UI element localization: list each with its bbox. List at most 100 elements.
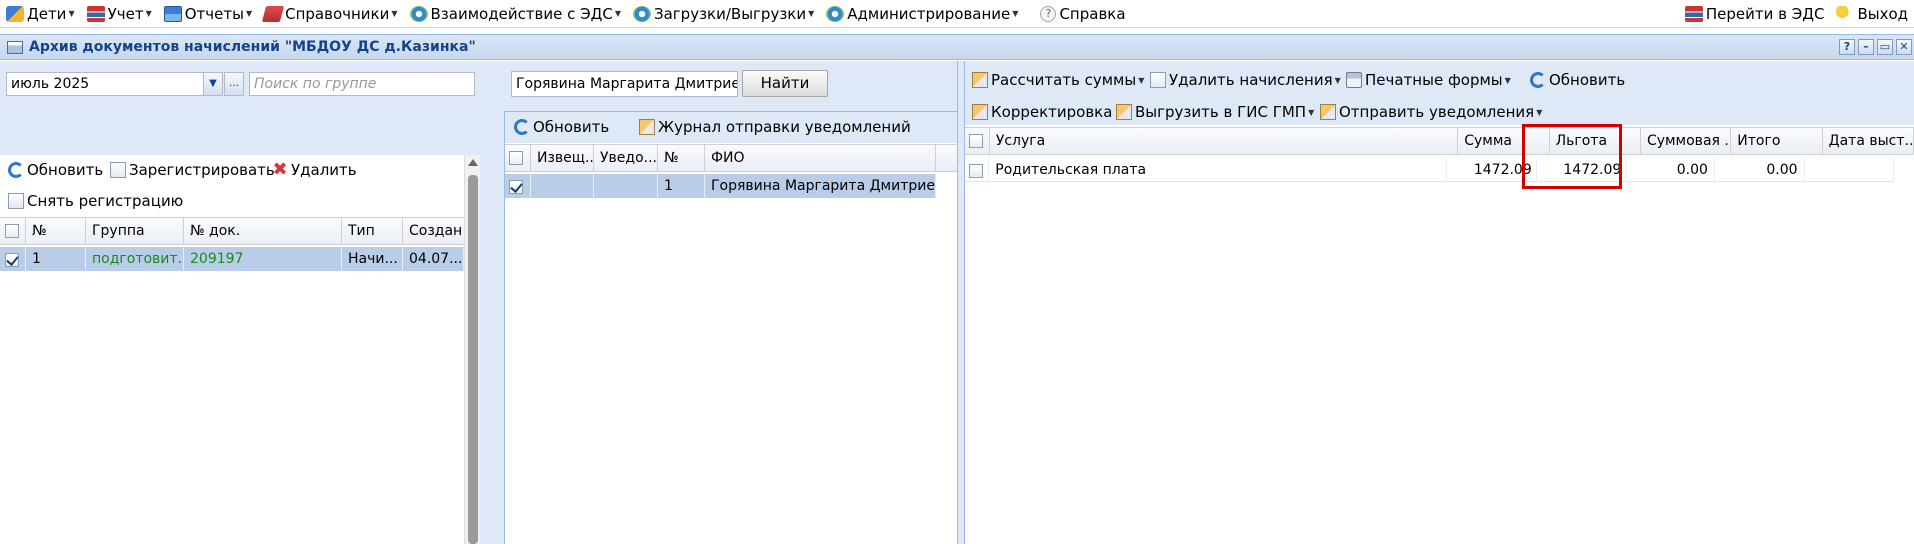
send-notify-label: Отправить уведомления [1339, 103, 1535, 121]
book-icon [261, 5, 285, 22]
row-checkbox[interactable] [969, 164, 983, 178]
menu-reports[interactable]: Отчеты ▼ [158, 0, 258, 28]
col-sum-ext[interactable]: Суммовая ... [1641, 128, 1732, 154]
unregister-button[interactable]: Снять регистрацию [8, 189, 183, 213]
group-search-input[interactable]: Поиск по группе [249, 72, 475, 96]
menu-administration[interactable]: Администрирование ▼ [820, 0, 1024, 28]
benefit-highlight [1522, 124, 1622, 189]
left-grid-header: № Группа № док. Тип Создан [0, 217, 464, 245]
chevron-down-icon: ▼ [391, 9, 398, 18]
cell-issue-date [1805, 158, 1894, 182]
correction-button[interactable]: Корректировка [972, 100, 1112, 124]
left-grid-scrollbar[interactable] [464, 155, 480, 544]
table-row[interactable]: Родительская плата 1472.09 1472.09 0.00 … [964, 158, 1894, 182]
cell-notification [594, 174, 658, 198]
goto-eds-button[interactable]: Перейти в ЭДС [1679, 0, 1831, 28]
col-notice[interactable]: Извещ... [531, 145, 594, 171]
cell-doc-num: 209197 [184, 247, 342, 271]
goto-eds-label: Перейти в ЭДС [1705, 5, 1825, 23]
menu-reports-label: Отчеты [184, 4, 244, 23]
print-forms-button[interactable]: Печатные формы ▼ [1346, 68, 1511, 92]
col-total[interactable]: Итого [1731, 128, 1823, 154]
logout-label: Выход [1857, 5, 1908, 23]
notify-journal-button[interactable]: Журнал отправки уведомлений [639, 115, 911, 139]
export-icon [1116, 104, 1132, 120]
middle-select-all[interactable] [504, 145, 531, 171]
gear-icon [409, 5, 428, 22]
minimize-button[interactable]: – [1858, 39, 1874, 55]
find-button[interactable]: Найти [742, 70, 828, 97]
eds-icon [1684, 6, 1703, 22]
menu-accounting[interactable]: Учет ▼ [81, 0, 158, 28]
col-num[interactable]: № [26, 218, 86, 244]
delete-button[interactable]: ✖ Удалить [272, 158, 356, 182]
row-checkbox-cell[interactable] [964, 158, 990, 182]
print-forms-label: Печатные формы [1365, 71, 1503, 89]
right-refresh-button[interactable]: Обновить [1530, 68, 1625, 92]
col-num[interactable]: № [658, 145, 705, 171]
table-row[interactable]: 1 Горявина Маргарита Дмитриевна [504, 174, 936, 198]
col-group[interactable]: Группа [86, 218, 184, 244]
remove-document-icon [8, 193, 24, 209]
delete-charges-button[interactable]: Удалить начисления ▼ [1150, 68, 1341, 92]
restore-button[interactable]: ▭ [1877, 39, 1893, 55]
chevron-down-icon: ▼ [68, 9, 75, 18]
col-doc-num[interactable]: № док. [184, 218, 342, 244]
cell-total: 0.00 [1715, 158, 1805, 182]
notify-icon [1320, 104, 1336, 120]
menu-administration-label: Администрирование [847, 4, 1011, 23]
right-refresh-label: Обновить [1549, 71, 1626, 89]
gear-icon [632, 5, 651, 22]
correction-icon [972, 104, 988, 120]
middle-refresh-button[interactable]: Обновить [514, 115, 609, 139]
send-notify-button[interactable]: Отправить уведомления ▼ [1320, 100, 1542, 124]
period-combo[interactable]: июль 2025 [6, 72, 206, 96]
select-all-checkbox[interactable] [509, 151, 523, 165]
chevron-down-icon: ▼ [1504, 75, 1511, 85]
select-all-checkbox[interactable] [5, 224, 19, 238]
calc-sums-button[interactable]: Рассчитать суммы ▼ [972, 68, 1144, 92]
left-select-all[interactable] [0, 218, 26, 244]
logout-button[interactable]: Выход [1830, 0, 1914, 28]
window-title: Архив документов начислений "МБДОУ ДС д.… [29, 39, 476, 55]
menu-import-export[interactable]: Загрузки/Выгрузки ▼ [627, 0, 820, 28]
cell-num: 1 [26, 247, 86, 271]
col-notification[interactable]: Уведо... [594, 145, 658, 171]
period-more-button[interactable]: … [224, 72, 244, 96]
chevron-down-icon: ▼ [145, 9, 152, 18]
left-splitter[interactable] [480, 61, 504, 544]
left-refresh-button[interactable]: Обновить [8, 158, 103, 182]
menu-eds-interaction-label: Взаимодействие с ЭДС [430, 4, 613, 23]
chevron-down-icon: ▼ [1012, 9, 1019, 18]
row-checkbox[interactable] [509, 180, 523, 194]
period-dropdown-button[interactable]: ▼ [203, 72, 223, 96]
menu-eds-interaction[interactable]: Взаимодействие с ЭДС ▼ [404, 0, 627, 28]
select-all-checkbox[interactable] [969, 134, 983, 148]
table-row[interactable]: 1 подготовит... 209197 Начи... 04.07... [0, 247, 464, 271]
cell-type: Начи... [342, 247, 403, 271]
menu-directories[interactable]: Справочники ▼ [258, 0, 403, 28]
col-type[interactable]: Тип [342, 218, 403, 244]
menu-children[interactable]: Дети ▼ [0, 0, 81, 28]
right-select-all[interactable] [964, 128, 990, 154]
scroll-up-icon[interactable] [468, 159, 478, 166]
menu-help[interactable]: ? Справка [1034, 0, 1131, 28]
fio-search-input[interactable]: Горявина Маргарита Дмитриевна [511, 71, 738, 97]
row-checkbox-cell[interactable] [0, 247, 26, 271]
col-service[interactable]: Услуга [990, 128, 1459, 154]
menu-children-label: Дети [27, 4, 67, 23]
export-gis-button[interactable]: Выгрузить в ГИС ГМП ▼ [1116, 100, 1314, 124]
row-checkbox-cell[interactable] [504, 174, 531, 198]
help-tool-button[interactable]: ? [1839, 39, 1855, 55]
scroll-thumb[interactable] [468, 175, 478, 544]
books-icon [86, 5, 105, 22]
col-fio[interactable]: ФИО [705, 145, 936, 171]
row-checkbox[interactable] [5, 253, 19, 267]
col-issue-date[interactable]: Дата выст... [1823, 128, 1914, 154]
register-button[interactable]: Зарегистрировать [110, 158, 275, 182]
col-created[interactable]: Создан [403, 218, 464, 244]
export-gis-label: Выгрузить в ГИС ГМП [1135, 103, 1307, 121]
middle-refresh-label: Обновить [533, 118, 610, 136]
close-button[interactable]: ✕ [1896, 39, 1912, 55]
delete-icon: ✖ [272, 159, 288, 180]
